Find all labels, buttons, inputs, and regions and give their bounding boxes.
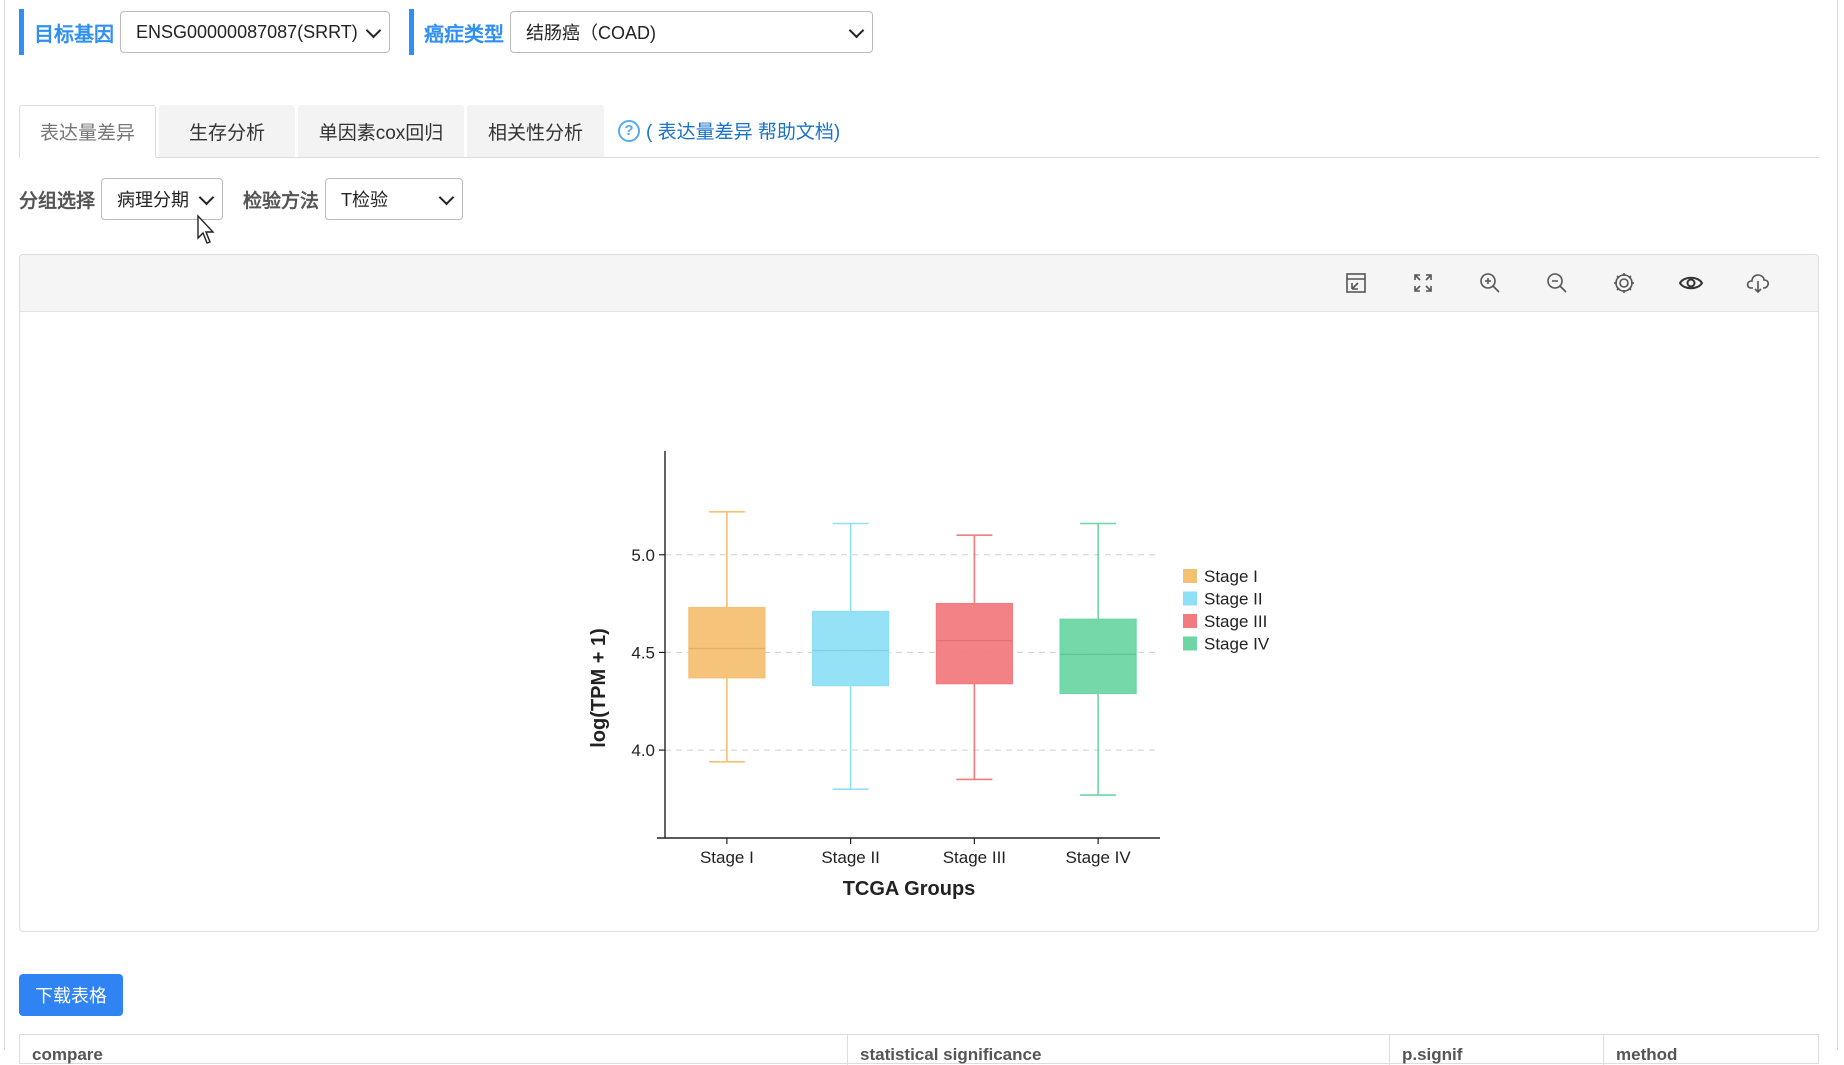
legend-swatch [1183, 569, 1197, 583]
box-stage-iv [1059, 522, 1137, 796]
cancer-label-block: 癌症类型 [409, 9, 504, 55]
table-header-compare[interactable]: compare [32, 1045, 103, 1065]
cloud-download-icon[interactable] [1745, 270, 1771, 296]
gene-label: 目标基因 [34, 23, 114, 46]
help-doc-link[interactable]: ? ( 表达量差异 帮助文档) [618, 117, 840, 144]
y-tick-label: 5.0 [631, 546, 655, 565]
box-stage-iii [935, 534, 1013, 781]
x-axis-title: TCGA Groups [843, 878, 976, 900]
gene-label-block: 目标基因 [19, 9, 114, 55]
column-divider [847, 1035, 848, 1065]
group-select-value: 病理分期 [117, 190, 190, 210]
tab-correlation-analysis[interactable]: 相关性分析 [467, 105, 604, 157]
gene-select[interactable]: ENSG00000087087(SRRT) [120, 11, 390, 53]
zoom-out-icon[interactable] [1544, 270, 1570, 296]
y-axis-title: log(TPM + 1) [588, 628, 610, 747]
y-tick-label: 4.0 [631, 741, 655, 760]
x-tick-label: Stage II [821, 848, 880, 867]
settings-icon[interactable] [1611, 270, 1637, 296]
question-circle-icon: ? [618, 119, 640, 142]
cancer-label: 癌症类型 [424, 23, 504, 46]
chevron-down-icon [438, 189, 455, 206]
tab-survival-analysis[interactable]: 生存分析 [159, 105, 295, 157]
legend-swatch [1183, 636, 1197, 651]
chart-toolbar [20, 255, 1818, 312]
test-method-label: 检验方法 [243, 190, 320, 212]
page-border-right [1837, 0, 1838, 1050]
cancer-select[interactable]: 结肠癌（COAD) [510, 11, 873, 53]
boxplot-chart: 4.04.55.0Stage I Stage II Stage III Stage I… [588, 451, 1270, 900]
tab-label: 生存分析 [188, 122, 265, 144]
legend-label: Stage I [1204, 567, 1258, 586]
legend-label: Stage IV [1204, 635, 1270, 654]
mouse-pointer-icon [197, 214, 215, 244]
gene-select-value: ENSG00000087087(SRRT) [136, 21, 358, 42]
column-divider [1389, 1035, 1390, 1065]
box-stage-i [688, 510, 766, 763]
tab-expression-difference[interactable]: 表达量差异 [19, 105, 156, 158]
fullscreen-icon[interactable] [1410, 270, 1436, 296]
legend-label: Stage III [1204, 612, 1267, 631]
target-selection-bar: 目标基因 ENSG00000087087(SRRT) 癌症类型 结肠癌（COAD… [19, 9, 873, 55]
x-tick-label: Stage I [700, 848, 754, 867]
page-border-left [4, 0, 5, 1050]
tab-label: 单因素cox回归 [318, 122, 444, 144]
tab-cox-regression[interactable]: 单因素cox回归 [298, 105, 464, 157]
legend-swatch [1183, 591, 1197, 606]
tab-label: 表达量差异 [39, 123, 135, 144]
results-table-header: compare statistical significance p.signi… [19, 1034, 1819, 1065]
iqr-box [812, 610, 890, 687]
zoom-in-icon[interactable] [1477, 270, 1503, 296]
chevron-down-icon [848, 22, 865, 39]
legend-swatch [1183, 614, 1197, 628]
legend-label: Stage II [1204, 590, 1263, 609]
table-header-significance[interactable]: statistical significance [860, 1045, 1041, 1065]
chevron-down-icon [365, 22, 382, 39]
restore-icon[interactable] [1343, 270, 1369, 296]
filter-bar: 分组选择 病理分期 检验方法 T检验 [19, 176, 464, 222]
iqr-box [935, 602, 1013, 685]
cancer-select-value: 结肠癌（COAD) [526, 23, 656, 43]
x-tick-label: Stage IV [1066, 848, 1132, 867]
help-doc-label: ( 表达量差异 帮助文档) [646, 122, 841, 143]
eye-icon[interactable] [1678, 270, 1704, 296]
box-stage-ii [812, 522, 890, 790]
analysis-tabs: 表达量差异 生存分析 单因素cox回归 相关性分析 ? ( 表达量差异 帮助文档… [19, 105, 1819, 158]
group-select-label: 分组选择 [19, 190, 96, 212]
y-tick-label: 4.5 [631, 643, 655, 662]
tab-label: 相关性分析 [487, 122, 583, 144]
iqr-box [1059, 618, 1137, 695]
table-header-p-signif[interactable]: p.signif [1402, 1045, 1462, 1065]
column-divider [1603, 1035, 1604, 1065]
test-method-select[interactable]: T检验 [325, 178, 464, 220]
chevron-down-icon [198, 189, 215, 206]
test-method-value: T检验 [341, 190, 389, 210]
chart-panel: 4.0 4.5 5.0 Stage I Stage II Stage III Stage I… [19, 254, 1819, 932]
table-header-method[interactable]: method [1616, 1045, 1677, 1065]
download-table-button[interactable]: 下载表格 [19, 974, 123, 1016]
iqr-box [688, 606, 766, 679]
legend: Stage I Stage II Stage III Stage IV [1183, 567, 1270, 654]
x-tick-label: Stage III [943, 848, 1006, 867]
